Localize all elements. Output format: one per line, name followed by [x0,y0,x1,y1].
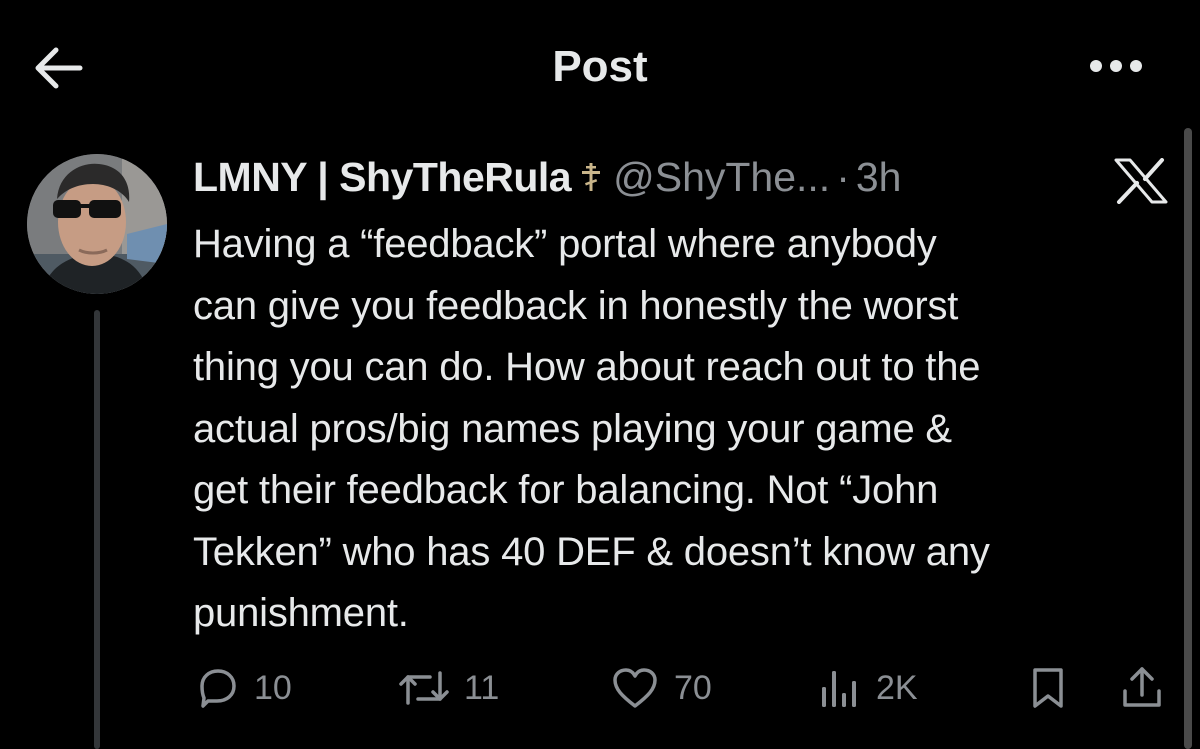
heart-icon [613,668,657,708]
top-bar: Post [0,0,1200,120]
orthodox-cross-icon [579,162,603,192]
bookmark-button[interactable] [1028,660,1068,716]
like-count: 70 [674,668,712,707]
avatar[interactable] [27,154,167,294]
view-count: 2K [876,668,918,707]
x-logo-icon [1114,158,1168,204]
repost-icon [399,671,449,705]
more-horizontal-icon [1090,60,1142,72]
repost-button[interactable]: 11 [398,660,499,716]
more-options-button[interactable] [1084,52,1148,80]
display-name[interactable]: LMNY | ShyTheRula [193,152,572,202]
scrollbar[interactable] [1184,128,1192,749]
post-text: Having a “feedback” portal where anybody… [193,222,990,635]
post-author-row: LMNY | ShyTheRula @ShyThe... · 3h [193,152,901,202]
separator: · [836,154,850,200]
bookmark-icon [1033,668,1063,708]
page-title: Post [552,42,648,91]
timestamp[interactable]: 3h [856,152,902,202]
analytics-icon [822,671,856,707]
share-button[interactable] [1120,660,1164,716]
reply-count: 10 [254,668,292,707]
views-button[interactable]: 2K [818,660,918,716]
reply-icon [200,669,236,708]
share-icon [1123,667,1161,707]
like-button[interactable]: 70 [610,660,712,716]
handle[interactable]: @ShyThe... [613,152,830,202]
repost-count: 11 [464,668,500,707]
action-bar: 10 11 70 2K [0,660,1200,716]
profile-photo [27,154,167,294]
reply-button[interactable]: 10 [194,660,292,716]
